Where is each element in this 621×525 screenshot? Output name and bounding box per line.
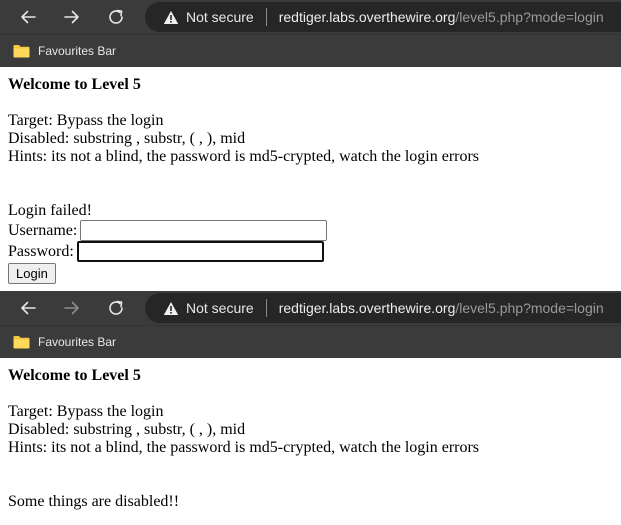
forward-arrow-icon bbox=[64, 10, 79, 24]
not-secure-label[interactable]: Not secure bbox=[186, 300, 254, 316]
omnibox-divider bbox=[265, 8, 267, 26]
warning-icon[interactable] bbox=[163, 301, 179, 316]
page-content: Welcome to Level 5 Target: Bypass the lo… bbox=[0, 67, 621, 284]
warning-icon[interactable] bbox=[163, 10, 179, 25]
disabled-text: Disabled: substring , substr, ( , ), mid bbox=[8, 421, 246, 438]
login-status-text: Login failed! bbox=[8, 202, 92, 219]
error-status-text: Some things are disabled!! bbox=[8, 493, 180, 510]
forward-arrow-icon bbox=[64, 301, 79, 315]
browser-window-top: Not secure redtiger.labs.overthewire.org… bbox=[0, 0, 621, 284]
back-arrow-icon bbox=[21, 10, 36, 24]
url-path[interactable]: /level5.php?mode=login bbox=[455, 9, 603, 25]
hints-text: Hints: its not a blind, the password is … bbox=[8, 148, 480, 165]
favourites-bar-label[interactable]: Favourites Bar bbox=[38, 335, 116, 349]
browser-toolbar: Not secure redtiger.labs.overthewire.org… bbox=[0, 291, 621, 325]
favourites-bar: Favourites Bar bbox=[0, 34, 621, 67]
favourites-bar: Favourites Bar bbox=[0, 325, 621, 358]
target-text: Target: Bypass the login bbox=[8, 112, 164, 129]
hints-text: Hints: its not a blind, the password is … bbox=[8, 439, 480, 456]
password-input[interactable] bbox=[76, 241, 324, 262]
reload-icon bbox=[109, 300, 123, 315]
not-secure-label[interactable]: Not secure bbox=[186, 9, 254, 25]
back-button[interactable] bbox=[16, 5, 40, 29]
login-button[interactable]: Login bbox=[8, 263, 56, 284]
page-title: Welcome to Level 5 bbox=[8, 76, 141, 93]
disabled-text: Disabled: substring , substr, ( , ), mid bbox=[8, 130, 246, 147]
target-text: Target: Bypass the login bbox=[8, 403, 164, 420]
omnibox-divider bbox=[265, 299, 267, 317]
password-label: Password: bbox=[8, 242, 74, 260]
forward-button[interactable] bbox=[60, 296, 84, 320]
back-button[interactable] bbox=[16, 296, 40, 320]
username-label: Username: bbox=[8, 221, 78, 239]
folder-icon[interactable] bbox=[13, 44, 30, 58]
forward-button[interactable] bbox=[60, 5, 84, 29]
url-host[interactable]: redtiger.labs.overthewire.org bbox=[279, 9, 456, 25]
browser-window-bottom: Not secure redtiger.labs.overthewire.org… bbox=[0, 291, 621, 511]
address-bar[interactable]: Not secure redtiger.labs.overthewire.org… bbox=[145, 293, 621, 323]
page-content: Welcome to Level 5 Target: Bypass the lo… bbox=[0, 358, 621, 511]
username-row: Username: bbox=[8, 220, 613, 241]
password-row: Password: bbox=[8, 241, 613, 262]
reload-icon bbox=[109, 9, 123, 24]
back-arrow-icon bbox=[21, 301, 36, 315]
folder-icon[interactable] bbox=[13, 335, 30, 349]
page-title: Welcome to Level 5 bbox=[8, 367, 141, 384]
address-bar[interactable]: Not secure redtiger.labs.overthewire.org… bbox=[145, 2, 621, 32]
browser-toolbar: Not secure redtiger.labs.overthewire.org… bbox=[0, 0, 621, 34]
username-input[interactable] bbox=[80, 220, 328, 241]
url-path[interactable]: /level5.php?mode=login bbox=[455, 300, 603, 316]
url-host[interactable]: redtiger.labs.overthewire.org bbox=[279, 300, 456, 316]
reload-button[interactable] bbox=[104, 296, 128, 320]
reload-button[interactable] bbox=[104, 5, 128, 29]
favourites-bar-label[interactable]: Favourites Bar bbox=[38, 44, 116, 58]
